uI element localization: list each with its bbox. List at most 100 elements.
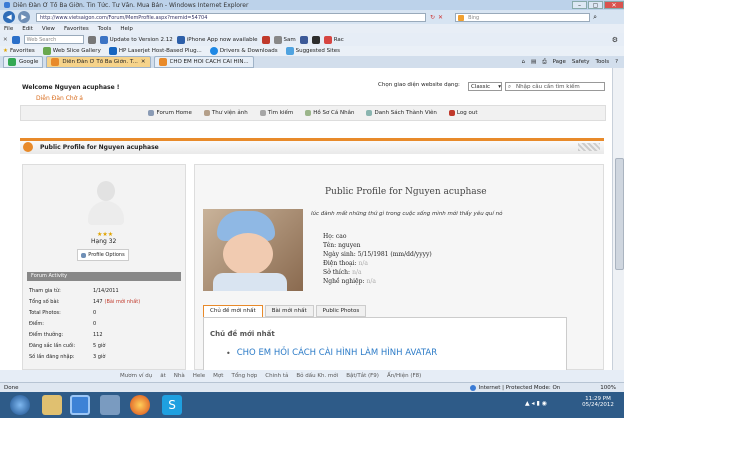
nav-gallery[interactable]: Thư viện ảnh: [203, 108, 248, 118]
home-icon[interactable]: ⌂: [521, 59, 525, 66]
toolbar-options-icon[interactable]: ⚙: [612, 36, 618, 44]
ime-option[interactable]: Hele: [193, 373, 205, 379]
ime-option[interactable]: ăt: [160, 373, 166, 379]
tray-icons[interactable]: ▲ ◂ ▮ ◉: [525, 400, 547, 407]
clock[interactable]: 11:29 PM 05/24/2012: [580, 396, 616, 408]
media-icon[interactable]: [100, 395, 120, 415]
phone-icon: [176, 35, 185, 44]
forum-name-link[interactable]: Diễn Đàn Chờ ả: [36, 95, 83, 102]
toolbar-item[interactable]: Sam: [273, 35, 296, 45]
ime-option[interactable]: Mươm ví dụ: [120, 373, 152, 379]
fav-item[interactable]: Web Slice Gallery: [42, 46, 101, 56]
toolbar-search-icon[interactable]: [87, 35, 96, 44]
camera-icon[interactable]: [311, 35, 320, 44]
profile-icon: [305, 110, 312, 116]
facebook-icon[interactable]: [299, 35, 308, 44]
theme-select[interactable]: Classic ▾: [468, 82, 502, 91]
avatar: [85, 179, 127, 227]
refresh-icon[interactable]: ↻: [430, 14, 435, 21]
site-search-input[interactable]: ⌕ Nhập câu cần tìm kiếm: [505, 82, 605, 91]
zoom-level[interactable]: 100%: [600, 385, 616, 391]
firefox-icon[interactable]: [130, 395, 150, 415]
tab-forum[interactable]: Diễn Đàn Ở Tổ Ba Giờn. T... ✕: [46, 56, 151, 68]
detail-value: 5/15/1981 (mm/dd/yyyy): [357, 251, 432, 258]
magnifier-icon: ⌕: [508, 84, 512, 90]
ime-option[interactable]: Tổng hợp: [231, 373, 257, 379]
page-menu[interactable]: Page: [553, 59, 566, 66]
ime-option[interactable]: Bật/Tắt (F9): [346, 373, 379, 379]
menu-view[interactable]: View: [42, 26, 55, 32]
nav-forum-home[interactable]: Forum Home: [148, 108, 192, 118]
mail-icon[interactable]: [261, 35, 270, 44]
activity-value: 3 giờ: [93, 353, 106, 360]
menu-file[interactable]: File: [4, 26, 13, 32]
minimize-button[interactable]: –: [572, 1, 587, 9]
print-icon[interactable]: ⎙: [542, 59, 546, 66]
page-content: Welcome Nguyen acuphase ! Diễn Đàn Chờ ả…: [0, 68, 612, 370]
safety-menu[interactable]: Safety: [572, 59, 590, 66]
ie-taskbar-icon[interactable]: [70, 395, 90, 415]
status-bar: Done Internet | Protected Mode: On 100%: [0, 382, 624, 392]
topic-link[interactable]: • CHO EM HỎI CÁCH CÀI HÌNH LÀM HÌNH AVAT…: [226, 348, 437, 358]
toolbar-search-input[interactable]: Web Search: [23, 35, 84, 44]
start-button[interactable]: [10, 395, 30, 415]
profile-sidebar: ★★★ Hạng 32 Profile Options Forum Activi…: [22, 164, 186, 370]
tab-close-icon[interactable]: ✕: [141, 59, 146, 65]
ime-option[interactable]: Chinh tả: [265, 373, 288, 379]
back-button[interactable]: ◀: [3, 11, 15, 23]
scrollbar-thumb[interactable]: [615, 158, 624, 270]
toolbar-item[interactable]: Update to Version 2.12: [99, 35, 173, 45]
vertical-scrollbar[interactable]: [612, 68, 624, 370]
address-input[interactable]: http://www.vietsaigon.com/Forum/MemProfi…: [36, 12, 426, 22]
menu-edit[interactable]: Edit: [22, 26, 33, 32]
search-icon[interactable]: ⌕: [593, 13, 597, 22]
toolbar-item[interactable]: iPhone App now available: [176, 35, 258, 45]
menu-help[interactable]: Help: [120, 26, 133, 32]
banner-decoration: [578, 143, 600, 151]
toolbar-item[interactable]: Rac: [323, 35, 344, 45]
avatar-body: [88, 201, 124, 225]
nav-search[interactable]: Tìm kiếm: [259, 108, 293, 118]
forward-button[interactable]: ▶: [18, 11, 30, 23]
nav-members[interactable]: Danh Sách Thành Viên: [366, 108, 437, 118]
feeds-icon[interactable]: ▤: [531, 59, 536, 66]
fav-item[interactable]: Suggested Sites: [285, 46, 340, 56]
latest-posts-link[interactable]: (Bài mới nhất): [105, 299, 141, 305]
subtab-public-photos[interactable]: Public Photos: [315, 305, 367, 317]
nav-logout[interactable]: Log out: [448, 108, 478, 118]
tools-menu[interactable]: Tools: [596, 59, 610, 66]
web-slice-icon: [42, 47, 51, 55]
detail-key: Họ:: [323, 233, 334, 240]
menu-tools[interactable]: Tools: [98, 26, 112, 32]
close-toolbar-icon[interactable]: ✕: [3, 37, 8, 43]
search-nav-icon: [259, 110, 266, 116]
activity-value: 0: [93, 320, 97, 327]
ime-option[interactable]: Nhà: [174, 373, 185, 379]
search-input[interactable]: Bing: [455, 12, 591, 22]
title-bar: Diễn Đàn Ở Tổ Ba Giờn. Tin Tức. Tư Vấn. …: [0, 0, 624, 10]
activity-row: Tham gia từ: 1/14/2011: [29, 285, 181, 296]
section-title: Chủ đề mới nhất: [210, 330, 275, 338]
ime-option[interactable]: Mợt: [213, 373, 223, 379]
help-icon[interactable]: ?: [615, 59, 618, 66]
stop-icon[interactable]: ✕: [438, 14, 443, 21]
menu-favorites[interactable]: Favorites: [64, 26, 89, 32]
subtab-latest-posts[interactable]: Bài mới nhất: [264, 305, 314, 317]
close-button[interactable]: ✕: [604, 1, 624, 9]
skype-icon[interactable]: S: [162, 395, 182, 415]
activity-key: Đăng sắc lần cuối:: [29, 342, 76, 349]
gallery-icon: [203, 110, 210, 116]
maximize-button[interactable]: ▢: [588, 1, 603, 9]
ime-option[interactable]: Ấn/Hiện (F8): [387, 373, 421, 379]
profile-options-button[interactable]: Profile Options: [77, 249, 129, 261]
subtab-latest-topics[interactable]: Chủ đề mới nhất: [203, 305, 263, 317]
nav-profile[interactable]: Hồ Sơ Cá Nhân: [305, 108, 354, 118]
ime-option[interactable]: Bỏ dấu Kh. mới: [296, 373, 338, 379]
tab-google[interactable]: Google: [3, 56, 44, 68]
explorer-icon[interactable]: [42, 395, 62, 415]
fav-item[interactable]: HP Laserjet Host-Based Plug...: [108, 46, 202, 56]
fav-item[interactable]: Drivers & Downloads: [209, 46, 278, 56]
favorites-button: ★ Favorites: [3, 48, 35, 54]
profile-banner: Public Profile for Nguyen acuphase: [20, 138, 604, 154]
tab-topic[interactable]: CHO EM HỎI CÁCH CÀI HÌN...: [153, 56, 254, 68]
